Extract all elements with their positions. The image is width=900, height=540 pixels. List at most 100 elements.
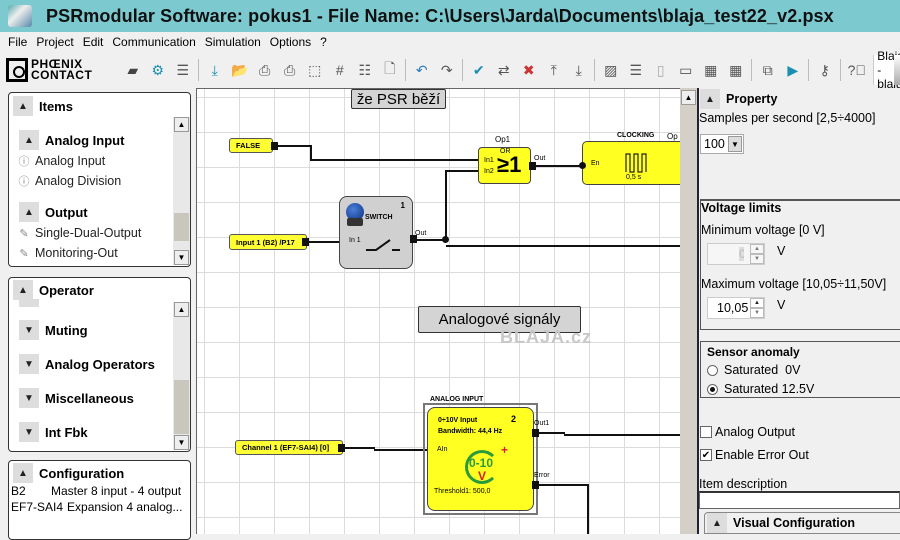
chevron-down-icon[interactable]: ▼ [19, 354, 39, 374]
log-icon[interactable]: ▯ [651, 60, 671, 80]
radio-button[interactable] [707, 383, 718, 395]
print-preview-icon[interactable]: ⎙ [280, 60, 300, 80]
group-muting[interactable]: ▼ Muting [15, 319, 190, 341]
connect-icon[interactable]: ⇄ [494, 60, 514, 80]
document-icon[interactable]: 🗋 [380, 60, 400, 80]
print-icon[interactable]: ⎙ [255, 60, 275, 80]
new-project-icon[interactable]: ▰ [123, 60, 143, 80]
chevron-down-icon[interactable] [19, 299, 39, 307]
validate-icon[interactable]: ✔ [469, 60, 489, 80]
max-voltage-input[interactable]: 10,05 ▲ ▼ [707, 297, 765, 319]
group-output[interactable]: ▲ Output [15, 201, 190, 223]
note-psr-running[interactable]: že PSR běží [351, 89, 446, 109]
list-item-monitoring-out[interactable]: ✎ Monitoring-Out [17, 243, 190, 263]
table-delete-icon[interactable]: ▦ [726, 60, 746, 80]
upload-icon[interactable]: ⤒ [544, 60, 564, 80]
config-row[interactable]: EF7-SAI4 Expansion 4 analog... [11, 500, 190, 516]
report-icon[interactable]: ☰ [626, 60, 646, 80]
group-int-fbk[interactable]: ▼ Int Fbk [15, 421, 190, 443]
item-description-input[interactable] [699, 491, 900, 509]
spin-up-icon[interactable]: ▲ [750, 298, 764, 308]
key-icon[interactable]: ⚷ [815, 60, 835, 80]
configure-icon[interactable]: ⚙ [148, 60, 168, 80]
operator-scrollbar[interactable]: ▲ ▼ [173, 302, 190, 450]
list-item-analog-division[interactable]: ⓘ Analog Division [17, 171, 190, 191]
canvas-scrollbar[interactable]: ▲ [680, 88, 697, 534]
enable-error-checkbox[interactable]: ✔ Enable Error Out [700, 448, 809, 462]
list-item-single-dual-output[interactable]: ✎ Single-Dual-Output [17, 223, 190, 243]
items-scrollbar[interactable]: ▲ ▼ [173, 117, 190, 265]
clocking-block[interactable]: En 0,5 s [579, 141, 680, 185]
scroll-down-icon[interactable]: ▼ [174, 250, 189, 265]
channel1-output-pin[interactable] [338, 444, 345, 452]
config-row[interactable]: B2 Master 8 input - 4 output [11, 484, 190, 500]
scroll-up-icon[interactable]: ▲ [174, 117, 189, 132]
simulate-icon[interactable]: ▶ [783, 60, 803, 80]
menu-options[interactable]: Options [270, 35, 311, 49]
checklist-icon[interactable]: ☷ [355, 60, 375, 80]
analog-out1-pin[interactable] [532, 429, 539, 437]
list-item-analog-input[interactable]: ⓘ Analog Input [17, 151, 190, 171]
list-icon[interactable]: ☰ [173, 60, 193, 80]
channel1-label[interactable]: Channel 1 (EF7-SAI4) [0] [235, 440, 343, 455]
property-header[interactable]: ▲ Property [699, 89, 777, 109]
grid-icon[interactable]: # [330, 60, 350, 80]
menu-project[interactable]: Project [36, 35, 73, 49]
configuration-panel-header[interactable]: ▲ Configuration [9, 462, 190, 484]
spin-up-icon[interactable]: ▲ [750, 244, 764, 254]
undo-icon[interactable]: ↶ [412, 60, 432, 80]
network-icon[interactable]: ⧉ [758, 60, 778, 80]
group-analog-input[interactable]: ▲ Analog Input [15, 129, 190, 151]
analog-input-block[interactable]: 0÷10V Input 2 Bandwidth: 44,4 Hz AIn 0-1… [427, 407, 534, 511]
diagram-canvas[interactable]: že PSR běží Analogové signály BLAJA.cz F… [196, 88, 680, 534]
analog-error-pin[interactable] [532, 481, 539, 489]
menu-help[interactable]: ? [320, 35, 327, 49]
input1-output-pin[interactable] [302, 238, 309, 246]
spin-down-icon[interactable]: ▼ [750, 254, 764, 264]
group-miscellaneous[interactable]: ▼ Miscellaneous [15, 387, 190, 409]
radio-button[interactable] [707, 364, 718, 376]
radio-saturated-0v[interactable]: Saturated 0V [707, 363, 800, 377]
or-block[interactable]: OR In1 In2 ≥1 [478, 147, 531, 184]
group-analog-operators[interactable]: ▼ Analog Operators [15, 353, 190, 375]
io-icon[interactable]: ▭ [676, 60, 696, 80]
menu-simulation[interactable]: Simulation [205, 35, 261, 49]
samples-select[interactable]: 100 ▼ [700, 134, 744, 154]
false-input-label[interactable]: FALSE [229, 138, 273, 153]
dropdown-arrow-icon[interactable]: ▼ [728, 136, 742, 152]
scroll-down-icon[interactable]: ▼ [174, 435, 189, 450]
redo-icon[interactable]: ↷ [437, 60, 457, 80]
chevron-up-icon[interactable]: ▲ [13, 463, 33, 483]
download-icon[interactable]: ⤓ [205, 60, 225, 80]
scroll-thumb[interactable] [174, 213, 189, 241]
disconnect-icon[interactable]: ✖ [519, 60, 539, 80]
download-device-icon[interactable]: ⤓ [569, 60, 589, 80]
open-folder-icon[interactable]: 📂 [230, 60, 250, 80]
table-icon[interactable]: ▦ [701, 60, 721, 80]
menu-communication[interactable]: Communication [112, 35, 195, 49]
group-timers[interactable] [15, 297, 190, 309]
spin-down-icon[interactable]: ▼ [750, 308, 764, 318]
scroll-up-icon[interactable]: ▲ [174, 302, 189, 317]
menu-file[interactable]: File [8, 35, 27, 49]
input1-label[interactable]: Input 1 (B2) /P17 [229, 234, 307, 250]
chevron-up-icon[interactable]: ▲ [700, 89, 720, 109]
select-area-icon[interactable]: ⬚ [305, 60, 325, 80]
items-panel-header[interactable]: ▲ Items [9, 95, 190, 117]
chevron-up-icon[interactable]: ▲ [707, 513, 727, 533]
radio-saturated-12v5[interactable]: Saturated 12.5V [707, 382, 814, 396]
checkbox-checked[interactable]: ✔ [700, 449, 712, 461]
visual-configuration-header[interactable]: ▲ Visual Configuration [704, 512, 900, 534]
chevron-up-icon[interactable]: ▲ [13, 96, 33, 116]
menu-edit[interactable]: Edit [83, 35, 104, 49]
chevron-up-icon[interactable]: ▲ [19, 202, 39, 222]
checkbox[interactable] [700, 426, 712, 438]
chevron-up-icon[interactable]: ▲ [19, 130, 39, 150]
monitor-chart-icon[interactable]: ▨ [601, 60, 621, 80]
chevron-down-icon[interactable]: ▼ [19, 388, 39, 408]
switch-block[interactable]: 1 SWITCH In 1 [339, 196, 413, 269]
analog-output-checkbox[interactable]: Analog Output [700, 425, 795, 439]
chevron-down-icon[interactable]: ▼ [19, 320, 39, 340]
user-selector[interactable]: Blaja - blaja [873, 49, 900, 91]
help-icon[interactable]: ?⃝ [847, 60, 867, 80]
